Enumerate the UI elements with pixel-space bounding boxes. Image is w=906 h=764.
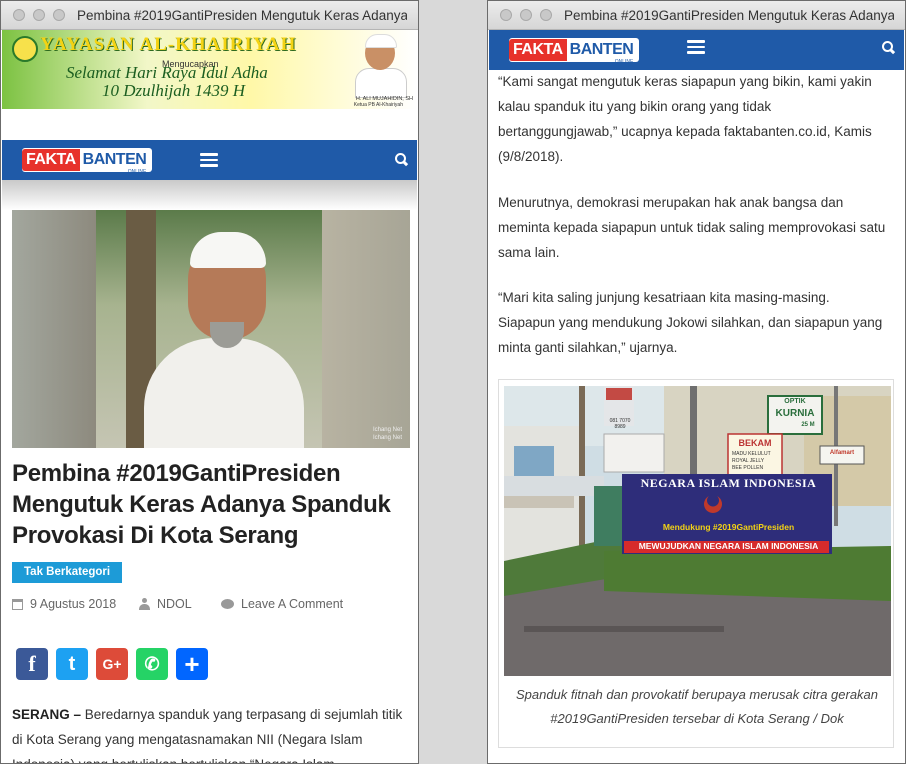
minimize-window-button[interactable]	[520, 9, 532, 21]
google-plus-icon: G+	[102, 656, 122, 672]
twitter-icon: t	[68, 652, 76, 675]
share-googleplus-button[interactable]: G+	[96, 648, 128, 680]
article-paragraph-1: “Kami sangat mengutuk keras siapapun yan…	[498, 74, 872, 164]
traffic-lights	[13, 9, 65, 21]
search-icon[interactable]	[882, 41, 896, 55]
logo-banten: BANTEN	[569, 41, 634, 58]
site-navbar: FAKTA BANTEN ONLINE	[489, 30, 904, 70]
page-content: YAYASAN AL-KHAIRIYAH Mengucapkan Selamat…	[2, 30, 417, 763]
logo-fakta: FAKTA	[509, 39, 567, 61]
article-paragraph-3: “Mari kita saling junjung kesatriaan kit…	[498, 290, 883, 355]
search-icon[interactable]	[395, 153, 409, 167]
figure-caption: Spanduk fitnah dan provokatif berupaya m…	[515, 687, 879, 726]
site-logo[interactable]: FAKTA BANTEN ONLINE	[22, 148, 153, 175]
image-watermark: Ichang Net Ichang Net	[372, 427, 402, 441]
featured-image[interactable]: Ichang Net Ichang Net	[12, 210, 410, 448]
window-title: Pembina #2019GantiPresiden Mengutuk Kera…	[564, 7, 894, 23]
logo-online: ONLINE	[127, 169, 147, 175]
logo-fakta: FAKTA	[22, 149, 80, 171]
window-titlebar[interactable]: Pembina #2019GantiPresiden Mengutuk Kera…	[1, 1, 418, 30]
share-whatsapp-button[interactable]: ✆	[136, 648, 168, 680]
post-author[interactable]: NDOL	[139, 597, 192, 611]
plus-icon: +	[184, 648, 200, 679]
photo-banner-line1: Mendukung #2019GantiPresiden	[662, 522, 795, 532]
close-window-button[interactable]	[13, 9, 25, 21]
page-content: FAKTA BANTEN ONLINE “Kami sangat mengutu…	[489, 30, 904, 763]
facebook-icon: f	[28, 651, 36, 676]
article-figure: NEGARA ISLAM INDONESIA Mendukung #2019Ga…	[498, 379, 894, 748]
zoom-window-button[interactable]	[53, 9, 65, 21]
photo-sign-bekam: BEKAM	[738, 438, 772, 448]
leave-comment-link[interactable]: Leave A Comment	[221, 597, 343, 611]
dateline: SERANG –	[12, 707, 82, 722]
nav-shadow	[2, 180, 417, 210]
zoom-window-button[interactable]	[540, 9, 552, 21]
share-more-button[interactable]: +	[176, 648, 208, 680]
ad-banner[interactable]: YAYASAN AL-KHAIRIYAH Mengucapkan Selamat…	[2, 30, 417, 109]
comment-icon	[221, 599, 234, 609]
traffic-lights	[500, 9, 552, 21]
whatsapp-icon: ✆	[144, 653, 160, 674]
article-paragraph-2: Menurutnya, demokrasi merupakan hak anak…	[498, 195, 886, 260]
photo-sign-phone: 081 7070 8989	[609, 418, 631, 430]
banner-line2: Selamat Hari Raya Idul Adha	[66, 63, 268, 82]
user-icon	[139, 598, 150, 610]
article-photo[interactable]: NEGARA ISLAM INDONESIA Mendukung #2019Ga…	[504, 386, 891, 676]
banner-line3: 10 Dzulhijah 1439 H	[102, 81, 246, 100]
photo-sign-bekam-list: MADU KELULUT ROYAL JELLY BEE POLLEN	[732, 451, 771, 471]
site-logo[interactable]: FAKTA BANTEN ONLINE	[509, 38, 640, 65]
minimize-window-button[interactable]	[33, 9, 45, 21]
browser-window-left: Pembina #2019GantiPresiden Mengutuk Kera…	[0, 0, 419, 764]
photo-sign-kurnia: KURNIA	[775, 408, 815, 419]
category-badge[interactable]: Tak Berkategori	[12, 562, 123, 583]
post-date: 9 Agustus 2018	[12, 597, 116, 611]
logo-banten: BANTEN	[82, 151, 147, 168]
photo-sign-alfamart: Alfamart	[829, 450, 855, 456]
photo-banner-title: NEGARA ISLAM INDONESIA	[640, 476, 817, 490]
foundation-logo	[12, 36, 38, 62]
window-title: Pembina #2019GantiPresiden Mengutuk Kera…	[77, 7, 407, 23]
share-facebook-button[interactable]: f	[16, 648, 48, 680]
hamburger-icon[interactable]	[687, 40, 705, 54]
photo-sign-25m: 25 M	[801, 422, 815, 428]
logo-online: ONLINE	[614, 59, 634, 65]
article-title: Pembina #2019GantiPresiden Mengutuk Kera…	[12, 460, 391, 549]
browser-window-right: Pembina #2019GantiPresiden Mengutuk Kera…	[487, 0, 906, 764]
calendar-icon	[12, 598, 23, 610]
banner-person-photo	[353, 32, 407, 98]
banner-org-name: YAYASAN AL-KHAIRIYAH	[40, 34, 297, 55]
photo-sign-optik: OPTIK	[784, 398, 806, 405]
close-window-button[interactable]	[500, 9, 512, 21]
banner-person-role: Ketua PB Al-Khairiyah	[353, 102, 403, 108]
photo-banner-line2: MEWUJUDKAN NEGARA ISLAM INDONESIA	[638, 541, 819, 551]
window-titlebar[interactable]: Pembina #2019GantiPresiden Mengutuk Kera…	[488, 1, 905, 30]
share-twitter-button[interactable]: t	[56, 648, 88, 680]
site-navbar: FAKTA BANTEN ONLINE	[2, 140, 417, 180]
article-body-paragraph: SERANG – Beredarnya spanduk yang terpasa…	[12, 707, 403, 763]
hamburger-icon[interactable]	[200, 153, 218, 167]
